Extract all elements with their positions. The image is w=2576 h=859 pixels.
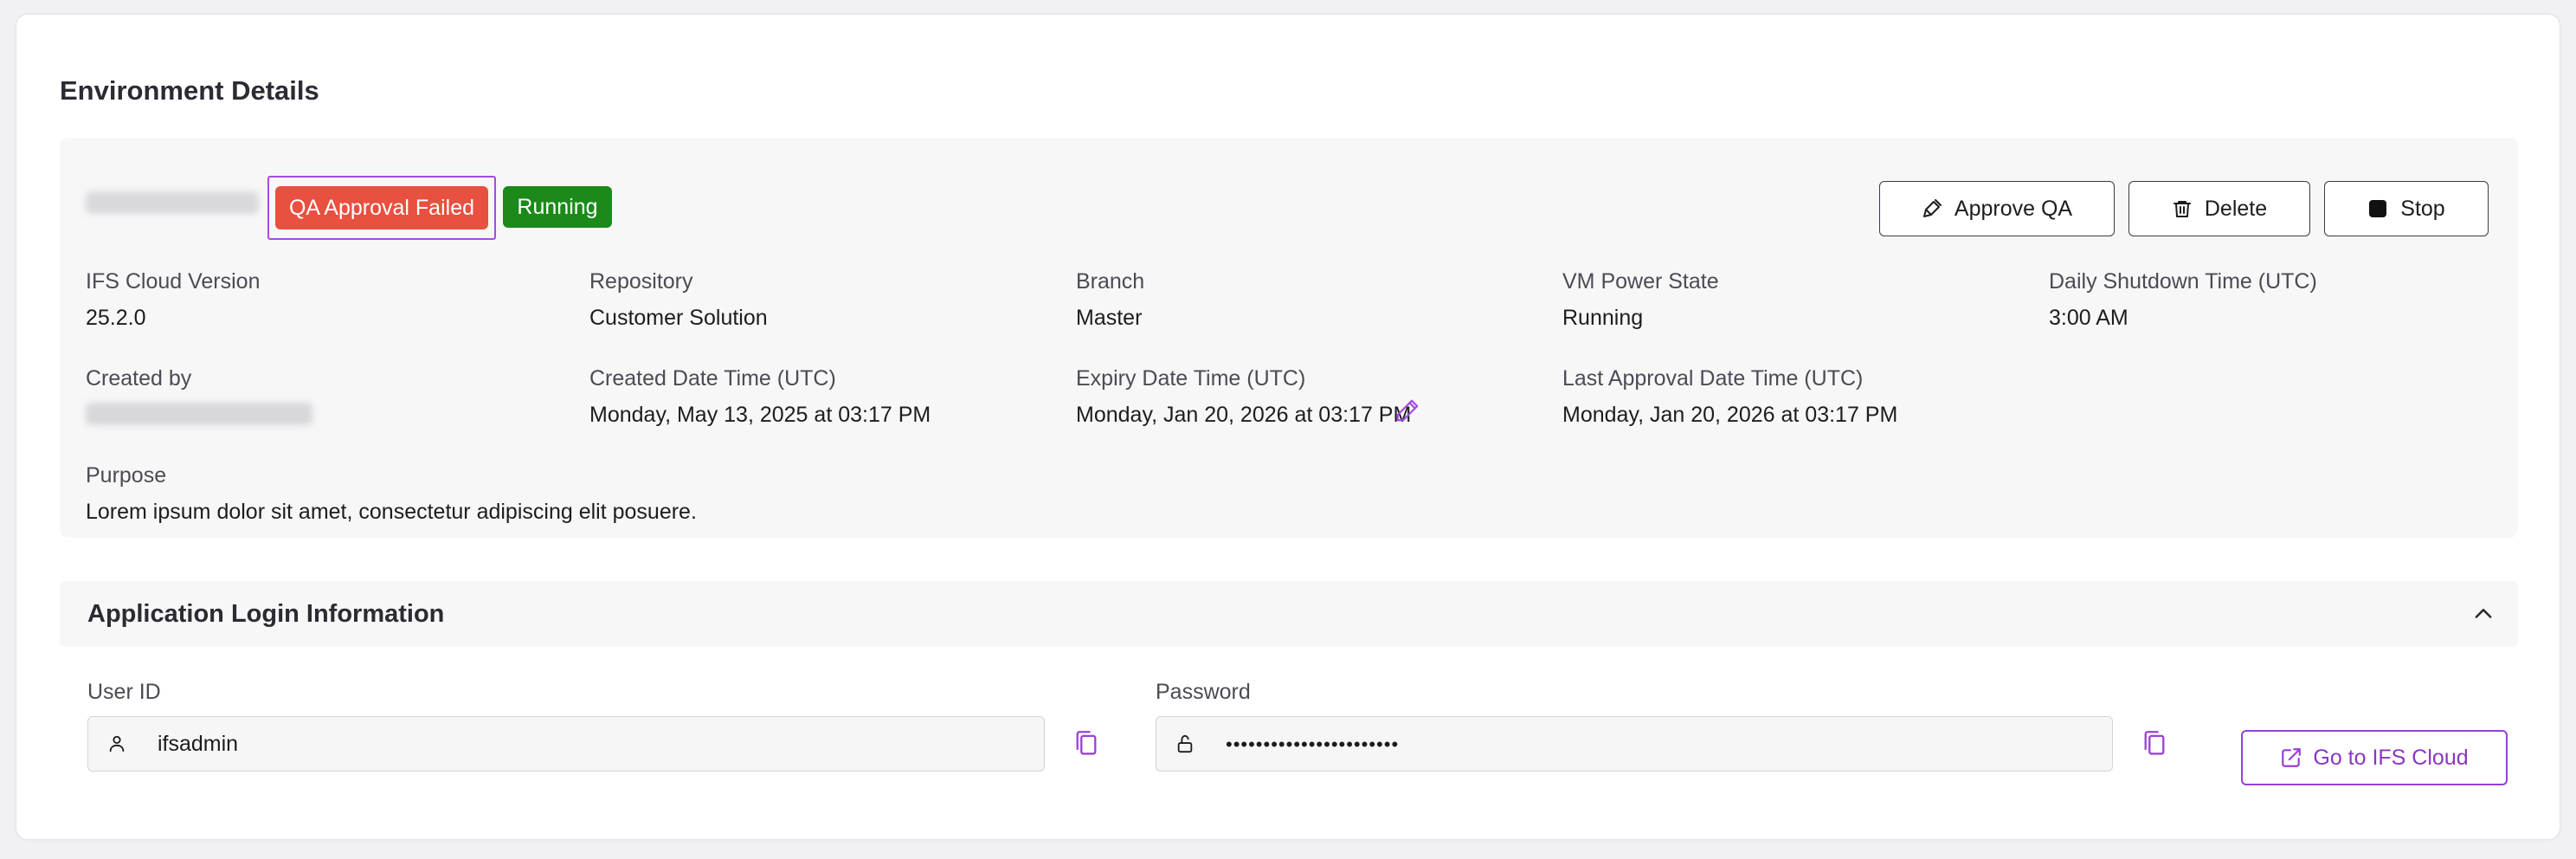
stop-label: Stop — [2400, 196, 2445, 221]
user-icon — [109, 735, 125, 752]
login-section-title: Application Login Information — [87, 600, 445, 628]
last-approval-value: Monday, Jan 20, 2026 at 03:17 PM — [1562, 403, 1898, 427]
delete-button[interactable]: Delete — [2128, 181, 2310, 236]
delete-label: Delete — [2204, 196, 2268, 221]
user-id-value: ifsadmin — [158, 732, 239, 756]
qa-status-highlight: QA Approval Failed — [267, 176, 496, 240]
go-to-ifs-cloud-button[interactable]: Go to IFS Cloud — [2241, 730, 2508, 785]
expiry-date-value: Monday, Jan 20, 2026 at 03:17 PM — [1076, 403, 1412, 427]
approve-qa-label: Approve QA — [1954, 196, 2073, 221]
qa-status-badge: QA Approval Failed — [275, 186, 488, 229]
lock-icon — [1177, 734, 1193, 753]
vm-power-state-label: VM Power State — [1562, 269, 1719, 294]
go-to-ifs-cloud-label: Go to IFS Cloud — [2313, 745, 2469, 770]
user-id-field[interactable]: ifsadmin — [87, 716, 1045, 772]
pencil-icon[interactable] — [1394, 397, 1420, 423]
purpose-label: Purpose — [86, 463, 167, 488]
purpose-value: Lorem ipsum dolor sit amet, consectetur … — [86, 500, 697, 524]
created-by-label: Created by — [86, 366, 192, 391]
daily-shutdown-value: 3:00 AM — [2049, 306, 2128, 330]
trash-icon — [2173, 201, 2191, 217]
stop-square-icon — [2369, 200, 2387, 217]
ifs-cloud-version-label: IFS Cloud Version — [86, 269, 261, 294]
vm-power-state-value: Running — [1562, 306, 1644, 330]
running-status-badge: Running — [503, 186, 612, 228]
user-id-label: User ID — [87, 680, 161, 704]
external-link-icon — [2282, 748, 2302, 767]
login-section-header[interactable]: Application Login Information — [60, 581, 2518, 647]
password-value: ••••••••••••••••••••••• — [1226, 733, 1400, 755]
environment-details-card: Environment Details QA Approval Failed R… — [16, 14, 2560, 840]
approve-qa-button[interactable]: Approve QA — [1879, 181, 2115, 236]
chevron-up-icon[interactable] — [2471, 602, 2496, 626]
branch-value: Master — [1076, 306, 1143, 330]
repository-value: Customer Solution — [589, 306, 768, 330]
created-date-value: Monday, May 13, 2025 at 03:17 PM — [589, 403, 931, 427]
created-date-label: Created Date Time (UTC) — [589, 366, 836, 391]
password-field[interactable]: ••••••••••••••••••••••• — [1156, 716, 2113, 772]
ifs-cloud-version-value: 25.2.0 — [86, 306, 146, 330]
stop-button[interactable]: Stop — [2324, 181, 2489, 236]
password-label: Password — [1156, 680, 1251, 704]
environment-summary-panel: QA Approval Failed Running Approve QA De… — [60, 138, 2518, 538]
copy-icon[interactable] — [2142, 730, 2167, 758]
brush-icon — [1922, 199, 1942, 217]
environment-name-redacted — [86, 191, 259, 214]
last-approval-label: Last Approval Date Time (UTC) — [1562, 366, 1864, 391]
copy-icon[interactable] — [1074, 730, 1098, 758]
daily-shutdown-label: Daily Shutdown Time (UTC) — [2049, 269, 2317, 294]
page-title: Environment Details — [60, 75, 319, 106]
branch-label: Branch — [1076, 269, 1145, 294]
expiry-date-label: Expiry Date Time (UTC) — [1076, 366, 1306, 391]
created-by-value-redacted — [86, 403, 312, 425]
repository-label: Repository — [589, 269, 693, 294]
